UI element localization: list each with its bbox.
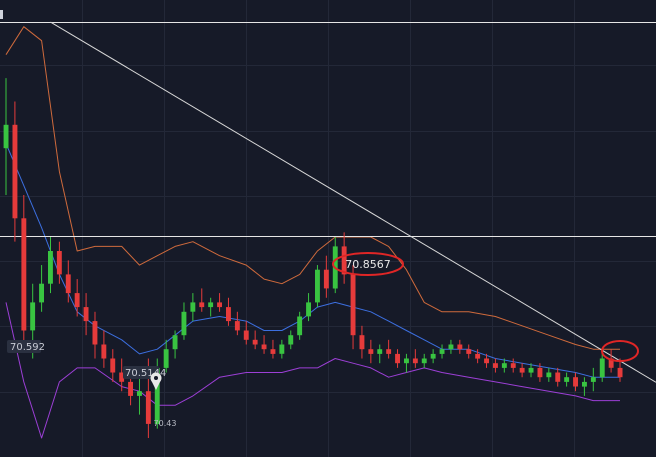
candle-body [92,321,98,345]
candle-body [199,302,205,308]
low-price-label: 70.43 [154,419,177,428]
candle-body [439,349,445,354]
candle-body [12,124,18,219]
candle-body [65,274,71,294]
candle-body [484,358,489,364]
candle-body [163,349,169,368]
candle-body [252,339,258,345]
candle-body [359,335,365,350]
candle-body [555,372,561,382]
candle-body [395,353,400,364]
candle-body [386,349,392,354]
candle-body [270,349,276,354]
resistance-label: 70.8567 [345,258,391,271]
candle-body [297,316,303,336]
candle-body [466,349,472,354]
lower-band-line [5,302,620,439]
candle-body [475,353,481,359]
candle-body [350,274,356,336]
candle-body [83,307,89,322]
candle-body [315,269,320,303]
candle-body [564,377,570,382]
candle-body [323,269,329,289]
candle-body [39,283,44,303]
candle-body [21,218,27,331]
candle-body [528,367,534,373]
candle-body [546,372,552,378]
candle-body [306,302,311,317]
candle-body [599,358,605,378]
left-price-label: 70.592 [10,342,45,353]
candle-body [582,381,587,387]
candle-body [457,344,463,350]
candle-body [404,358,409,364]
candle-body [501,363,507,368]
candles [3,78,623,438]
candle-body [48,251,53,284]
upper-band-line [5,26,620,350]
candle-body [243,330,249,340]
candle-body [234,321,240,331]
breakout-ellipse[interactable] [601,340,639,362]
candle-body [519,367,525,373]
candle-body [110,358,116,373]
candlestick-chart[interactable]: 70.8567 70.592 70.5144 70.43 [0,0,656,457]
candle-body [430,353,436,359]
candle-body [172,335,178,350]
candle-body [590,377,596,382]
candle-body [226,307,231,322]
candle-body [537,367,543,378]
candle-body [3,124,9,149]
candle-body [493,363,498,368]
trading-chart-view[interactable]: 70.8567 70.592 70.5144 70.43 [0,0,656,457]
annotations[interactable]: 70.8567 70.592 70.5144 70.43 [7,252,639,428]
candle-body [573,377,578,387]
candle-body [190,302,196,312]
candle-body [181,311,187,336]
candle-body [421,358,427,364]
location-pin-icon[interactable] [150,372,162,391]
chart-grid [0,0,656,457]
candle-body [617,367,623,378]
window-corner-marker [0,10,3,19]
candle-body [261,344,267,350]
candle-body [101,344,107,359]
candle-body [128,381,133,396]
candle-body [56,251,62,275]
candle-body [448,344,454,350]
bollinger-bands [5,26,620,439]
candle-body [279,344,285,354]
candle-body [510,363,516,368]
candle-body [145,391,151,424]
candle-body [288,335,294,345]
candle-body [412,358,418,364]
candle-body [377,349,383,354]
candle-body [30,302,36,331]
candle-body [217,302,222,308]
candle-body [208,302,214,308]
candle-body [74,293,80,308]
candle-body [368,349,374,354]
candle-body [137,391,142,396]
